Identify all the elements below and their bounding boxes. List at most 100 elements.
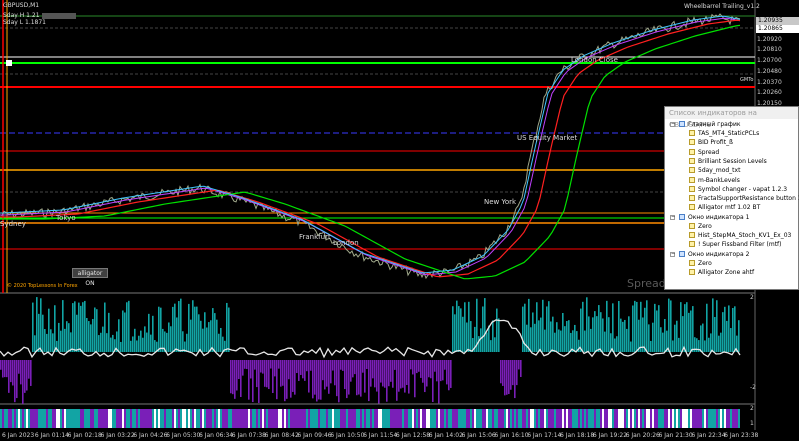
- price-axis-label: 1.20480: [757, 68, 782, 75]
- chart-window[interactable]: Sday H 1.21 Sday L 1.1871 GBPUSD,M1 Whee…: [0, 0, 799, 441]
- time-axis-label: 6 Jan 11:54: [363, 432, 398, 439]
- zone-stripe: [124, 409, 126, 428]
- tree-collapse-toggle[interactable]: −: [670, 251, 675, 257]
- tree-collapse-toggle[interactable]: −: [670, 214, 675, 220]
- indicator-item[interactable]: Alligator Zone ahtf: [689, 268, 754, 277]
- indicator-icon: [689, 130, 695, 136]
- time-axis-label: 6 Jan 08:42: [264, 432, 299, 439]
- zone-stripe: [590, 409, 592, 428]
- histogram-bar: [248, 360, 250, 400]
- zone-stripe: [82, 409, 84, 428]
- zone-stripe: [704, 409, 706, 428]
- histogram-bar: [214, 313, 216, 352]
- histogram-bar: [180, 298, 182, 352]
- zone-stripe: [154, 409, 156, 428]
- histogram-bar: [296, 360, 298, 374]
- histogram-bar: [250, 360, 252, 379]
- indicator-item[interactable]: Spread: [689, 148, 719, 157]
- indicator-window-node[interactable]: Главный график: [679, 120, 740, 129]
- histogram-bar: [126, 302, 128, 352]
- tree-collapse-toggle[interactable]: −: [670, 122, 675, 127]
- histogram-bar: [620, 318, 622, 352]
- histogram-bar: [664, 318, 666, 352]
- zone-stripe: [508, 409, 510, 428]
- indicator-icon: [689, 139, 695, 146]
- histogram-bar: [636, 301, 638, 352]
- zone-stripe: [414, 409, 416, 428]
- zone-stripe: [340, 409, 342, 428]
- indicator-item[interactable]: Symbol changer - vapat 1.2.3: [689, 185, 787, 194]
- indicator-item[interactable]: Hist_StepMA_Stoch_KV1_Ex_03: [689, 231, 791, 240]
- indicator-item[interactable]: Zero: [689, 222, 712, 231]
- histogram-bar: [508, 360, 510, 395]
- zone-stripe: [194, 409, 196, 428]
- histogram-bar: [704, 340, 706, 352]
- histogram-bar: [84, 300, 86, 352]
- histogram-bar: [336, 360, 338, 397]
- zone-stripe: [254, 409, 256, 428]
- zone-stripe: [162, 409, 164, 428]
- zone-stripe: [2, 409, 4, 428]
- zone-stripe: [430, 409, 432, 428]
- zone-stripe: [708, 409, 710, 428]
- session-label-new-york: New York: [484, 198, 517, 206]
- indicator-item[interactable]: m-BankLevels: [689, 176, 740, 185]
- indicator-window-node[interactable]: Окно индикатора 1: [679, 213, 749, 222]
- zone-stripe: [656, 409, 658, 428]
- indicator-item[interactable]: TAS_MT4_StaticPCLs: [689, 129, 759, 138]
- zone-stripe: [16, 409, 18, 428]
- zone-stripe: [338, 409, 340, 428]
- histogram-bar: [66, 321, 68, 352]
- alligator-toggle-button[interactable]: alligator ON: [72, 268, 108, 287]
- histogram-bar: [714, 317, 716, 352]
- indicator-item[interactable]: ! Super Fissband Filter (mtf): [689, 240, 782, 249]
- histogram-bar: [108, 312, 110, 352]
- zone-stripe: [626, 409, 628, 428]
- zone-stripe: [268, 409, 270, 428]
- histogram-bar: [286, 360, 288, 399]
- histogram-bar: [492, 320, 494, 352]
- histogram-bar: [196, 306, 198, 352]
- zone-stripe: [638, 409, 640, 428]
- indicator-item[interactable]: 5day_mod_txt: [689, 166, 740, 175]
- zone-stripe: [304, 409, 306, 428]
- histogram-bar: [148, 313, 150, 352]
- zone-stripe: [600, 409, 602, 428]
- indicator-item[interactable]: Alligator mtf 1.02 BT: [689, 203, 760, 212]
- zone-stripe: [256, 409, 258, 428]
- indicator-item[interactable]: Brilliant Session Levels: [689, 157, 767, 166]
- zone-stripe: [644, 409, 646, 428]
- zone-stripe: [128, 409, 130, 428]
- histogram-bar: [426, 360, 428, 387]
- histogram-bar: [350, 360, 352, 382]
- histogram-bar: [720, 332, 722, 352]
- subwindow-1-scale-top: 2: [750, 294, 754, 301]
- histogram-bar: [370, 360, 372, 387]
- zone-stripe: [382, 409, 384, 428]
- indicator-item[interactable]: BID Profit_ß: [689, 138, 733, 147]
- histogram-bar: [104, 302, 106, 352]
- zone-stripe: [282, 409, 284, 428]
- histogram-bar: [242, 360, 244, 376]
- histogram-bar: [712, 298, 714, 352]
- zone-stripe: [640, 409, 642, 428]
- time-axis-label: 6 Jan 03:22: [100, 432, 135, 439]
- indicator-item[interactable]: Zero: [689, 259, 712, 268]
- indicator-item[interactable]: FractalSupportResistance button 1.05: [689, 194, 799, 203]
- zone-stripe: [248, 409, 250, 428]
- indicator-window-node[interactable]: Окно индикатора 2: [679, 250, 749, 259]
- histogram-bar: [434, 360, 436, 372]
- zone-stripe: [370, 409, 372, 428]
- histogram-bar: [470, 321, 472, 352]
- zone-stripe: [558, 409, 560, 428]
- zone-stripe: [202, 409, 204, 428]
- zone-stripe: [594, 409, 596, 428]
- time-axis-label: 6 Jan 2023: [2, 432, 35, 439]
- zone-stripe: [342, 409, 344, 428]
- zone-stripe: [434, 409, 436, 428]
- histogram-bar: [24, 360, 26, 393]
- histogram-bar: [726, 320, 728, 352]
- indicator-list-panel[interactable]: Список индикаторов на GBPUSD,M1 − Главный…: [664, 106, 799, 290]
- zone-stripe: [502, 409, 504, 428]
- indicator-name: Zero: [698, 222, 712, 230]
